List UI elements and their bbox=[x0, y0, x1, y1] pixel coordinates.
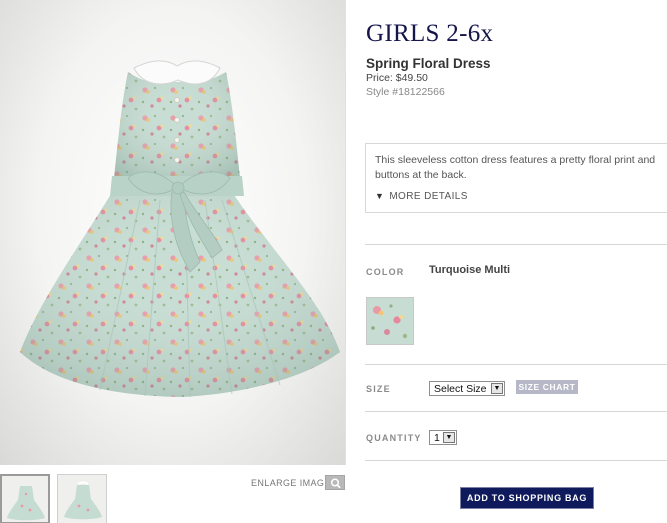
column-divider bbox=[345, 0, 346, 465]
divider bbox=[365, 411, 667, 412]
color-label: COLOR bbox=[366, 267, 405, 277]
more-details-toggle[interactable]: ▼ MORE DETAILS bbox=[375, 191, 468, 202]
enlarge-image-link[interactable]: ENLARGE IMAGE bbox=[251, 478, 331, 488]
product-style-number: Style #18122566 bbox=[366, 86, 445, 98]
quantity-select-value: 1 bbox=[434, 432, 440, 444]
product-main-image[interactable] bbox=[0, 0, 345, 465]
product-price: Price: $49.50 bbox=[366, 72, 428, 84]
caret-down-icon: ▼ bbox=[443, 432, 455, 443]
divider bbox=[365, 460, 667, 461]
thumbnail-front[interactable] bbox=[0, 474, 50, 523]
thumbnail-back[interactable] bbox=[57, 474, 107, 523]
size-label: SIZE bbox=[366, 384, 391, 394]
category-heading: GIRLS 2-6x bbox=[366, 20, 494, 47]
triangle-down-icon: ▼ bbox=[375, 191, 385, 201]
divider bbox=[365, 244, 667, 245]
product-title: Spring Floral Dress bbox=[366, 56, 491, 71]
description-text: This sleeveless cotton dress features a … bbox=[375, 154, 656, 181]
caret-down-icon: ▼ bbox=[491, 383, 503, 394]
description-box: This sleeveless cotton dress features a … bbox=[365, 143, 667, 213]
quantity-select[interactable]: 1 ▼ bbox=[429, 430, 457, 445]
enlarge-button[interactable] bbox=[325, 475, 345, 490]
quantity-label: QUANTITY bbox=[366, 433, 422, 443]
divider bbox=[365, 364, 667, 365]
color-swatch-turquoise-multi[interactable] bbox=[366, 297, 414, 345]
more-details-label: MORE DETAILS bbox=[389, 191, 468, 202]
size-chart-button[interactable]: SIZE CHART bbox=[516, 380, 578, 394]
magnifier-icon bbox=[330, 478, 341, 489]
size-select-value: Select Size bbox=[434, 383, 487, 395]
add-to-shopping-bag-button[interactable]: ADD TO SHOPPING BAG bbox=[460, 487, 594, 509]
color-value: Turquoise Multi bbox=[429, 264, 511, 276]
size-select[interactable]: Select Size ▼ bbox=[429, 381, 505, 396]
